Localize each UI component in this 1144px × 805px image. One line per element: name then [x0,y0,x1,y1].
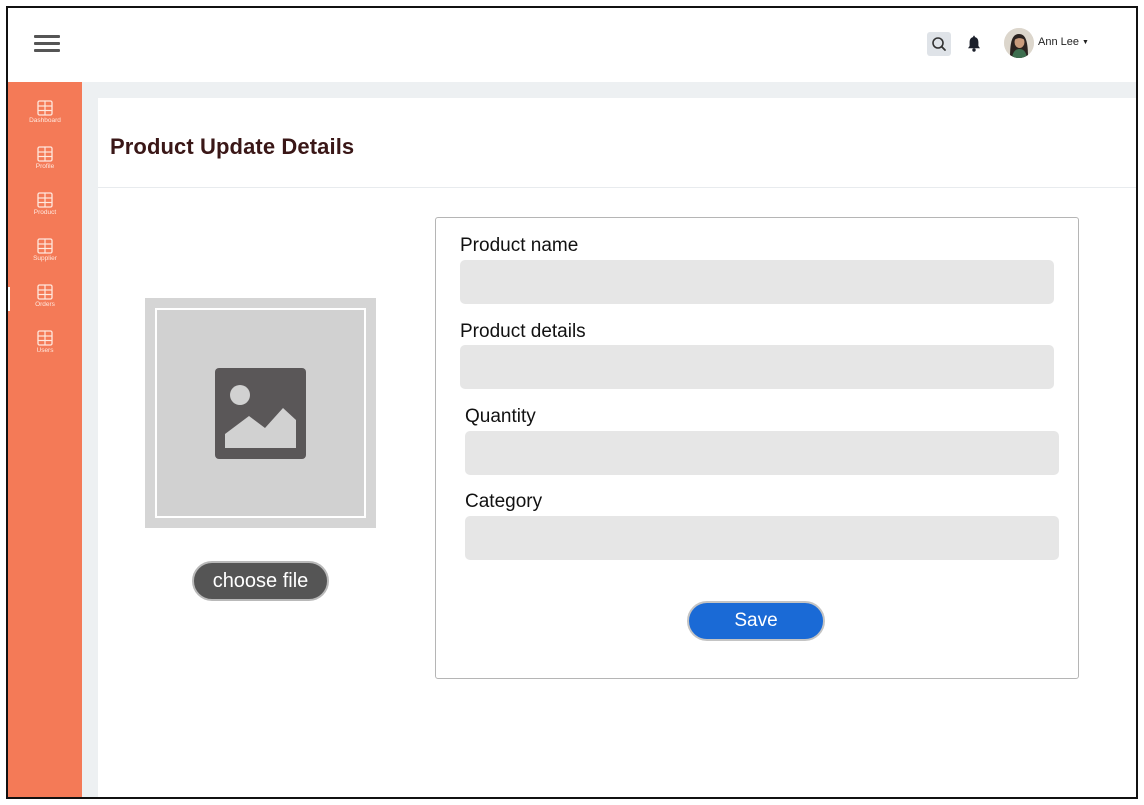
sidebar-item-label: Users [36,347,54,354]
category-field[interactable] [465,516,1059,560]
product-details-field[interactable] [460,345,1054,389]
grid-icon [37,192,53,208]
product-name-label: Product name [460,235,579,256]
grid-icon [37,284,53,300]
choose-file-button[interactable]: choose file [192,561,329,601]
page-header: Product Update Details [98,98,1136,188]
hamburger-menu-icon[interactable] [34,32,60,54]
category-label: Category [465,491,543,512]
sidebar-item-supplier[interactable]: Supplier [8,238,82,263]
top-bar: Ann Lee ▼ [8,8,1136,82]
user-name-label: Ann Lee [1038,36,1079,48]
sidebar: Dashboard Profile Product Supplier Order… [8,82,82,797]
grid-icon [37,238,53,254]
product-details-label: Product details [460,321,586,342]
product-form: Product name Product details Quantity Ca… [435,217,1079,679]
page-title: Product Update Details [110,134,355,159]
chevron-down-icon: ▼ [1081,39,1089,46]
search-icon [932,37,946,51]
user-menu[interactable]: Ann Lee ▼ [1038,36,1089,48]
sidebar-item-label: Profile [35,163,55,170]
image-placeholder-icon [215,368,306,459]
product-name-field[interactable] [460,260,1054,304]
sidebar-item-dashboard[interactable]: Dashboard [8,100,82,125]
bell-icon[interactable] [966,35,982,53]
save-button[interactable]: Save [687,601,825,641]
quantity-label: Quantity [465,406,536,427]
sidebar-item-users[interactable]: Users [8,330,82,355]
avatar-photo-icon [1004,28,1034,58]
sidebar-item-product[interactable]: Product [8,192,82,217]
sidebar-item-orders[interactable]: Orders [8,284,82,309]
sidebar-item-label: Orders [35,301,55,308]
search-button[interactable] [927,32,951,56]
quantity-field[interactable] [465,431,1059,475]
sidebar-item-label: Dashboard [29,117,61,124]
user-avatar[interactable] [1004,28,1034,58]
grid-icon [37,330,53,346]
app-window: Ann Lee ▼ Dashboard Profile Product Suppl… [6,6,1138,799]
grid-icon [37,100,53,116]
sidebar-item-label: Supplier [33,255,57,262]
grid-icon [37,146,53,162]
main-panel: Product Update Details choose file Produ… [98,98,1136,797]
sidebar-item-label: Product [33,209,57,216]
sidebar-item-profile[interactable]: Profile [8,146,82,171]
